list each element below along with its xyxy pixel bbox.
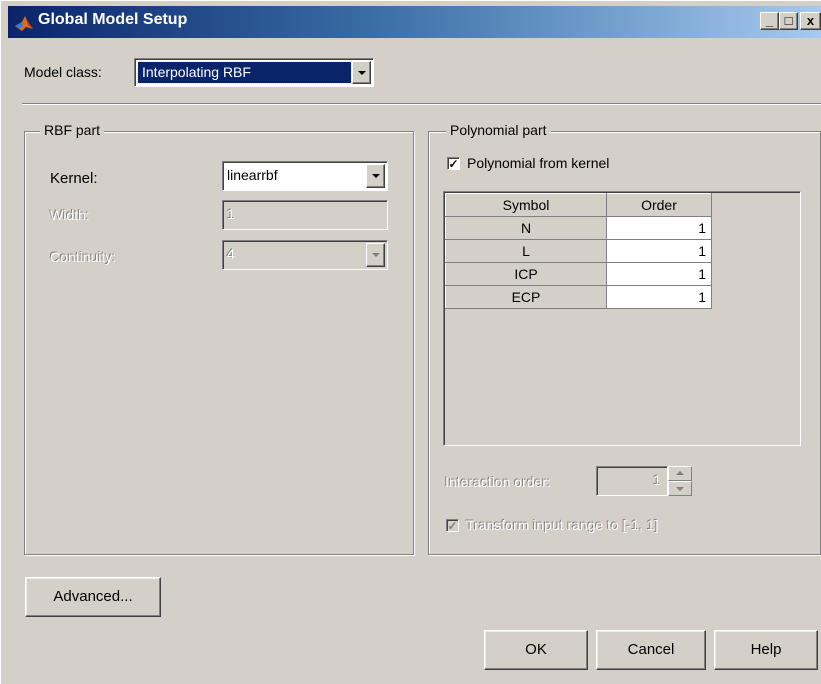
interaction-order-spinner[interactable] <box>668 466 692 496</box>
separator <box>22 103 821 105</box>
matlab-logo-icon <box>15 16 33 31</box>
ok-button[interactable]: OK <box>484 630 588 670</box>
polynomial-from-kernel-label: Polynomial from kernel <box>467 155 610 171</box>
kernel-dropdown-arrow[interactable] <box>366 164 385 188</box>
transform-range-checkbox[interactable]: ✓ <box>446 519 459 532</box>
chevron-down-icon <box>371 253 380 257</box>
order-table-panel: Symbol Order N 1 L 1 ICP 1 ECP 1 <box>443 191 801 446</box>
chevron-down-icon <box>676 487 684 491</box>
continuity-label: Continuity: <box>50 249 117 265</box>
width-input[interactable]: 1 <box>222 200 388 230</box>
width-label: Width: <box>50 207 90 223</box>
advanced-button[interactable]: Advanced... <box>25 577 161 617</box>
column-header-symbol[interactable]: Symbol <box>445 193 607 217</box>
help-button[interactable]: Help <box>714 630 818 670</box>
rbf-part-legend: RBF part <box>40 122 105 138</box>
table-header-row: Symbol Order <box>445 193 712 217</box>
symbol-cell: ECP <box>445 285 607 309</box>
order-cell[interactable]: 1 <box>606 239 712 263</box>
symbol-cell: N <box>445 216 607 240</box>
maximize-button[interactable]: □ <box>779 12 798 30</box>
continuity-dropdown-arrow[interactable] <box>366 243 385 267</box>
table-row: L 1 <box>445 239 712 263</box>
width-value: 1 <box>227 206 235 222</box>
table-row: ECP 1 <box>445 285 712 309</box>
minimize-button[interactable]: _ <box>760 12 779 30</box>
table-row: N 1 <box>445 216 712 240</box>
chevron-up-icon <box>676 471 684 475</box>
continuity-value: 4 <box>227 246 235 262</box>
model-class-value: Interpolating RBF <box>142 64 251 80</box>
model-class-label: Model class: <box>24 64 102 80</box>
spin-up-button[interactable] <box>668 466 692 481</box>
cancel-button[interactable]: Cancel <box>596 630 706 670</box>
interaction-order-input[interactable]: 1 <box>596 466 668 496</box>
symbol-cell: ICP <box>445 262 607 286</box>
transform-range-label: Transform input range to [-1, 1] <box>466 517 659 533</box>
chevron-down-icon <box>357 70 366 75</box>
interaction-order-label: Interaction order: <box>445 474 551 490</box>
interaction-order-value: 1 <box>653 472 661 488</box>
checkmark-icon: ✓ <box>448 157 459 171</box>
chevron-down-icon <box>371 174 380 178</box>
spin-down-button[interactable] <box>668 481 692 496</box>
order-cell[interactable]: 1 <box>606 262 712 286</box>
continuity-dropdown[interactable]: 4 <box>222 240 388 270</box>
model-class-dropdown[interactable]: Interpolating RBF <box>134 58 374 87</box>
rbf-part-group <box>24 131 414 555</box>
model-class-dropdown-arrow[interactable] <box>352 61 371 84</box>
order-cell[interactable]: 1 <box>606 216 712 240</box>
polynomial-part-legend: Polynomial part <box>446 122 551 138</box>
table-row: ICP 1 <box>445 262 712 286</box>
polynomial-from-kernel-checkbox[interactable]: ✓ <box>447 157 460 170</box>
kernel-label: Kernel: <box>50 170 98 187</box>
checkmark-icon: ✓ <box>447 519 458 533</box>
order-table: Symbol Order N 1 L 1 ICP 1 ECP 1 <box>445 193 712 309</box>
kernel-value: linearrbf <box>227 167 278 183</box>
symbol-cell: L <box>445 239 607 263</box>
column-header-order[interactable]: Order <box>606 193 712 217</box>
window-title: Global Model Setup <box>38 11 188 28</box>
close-button[interactable]: x <box>800 12 821 30</box>
kernel-dropdown[interactable]: linearrbf <box>222 161 388 191</box>
order-cell[interactable]: 1 <box>606 285 712 309</box>
